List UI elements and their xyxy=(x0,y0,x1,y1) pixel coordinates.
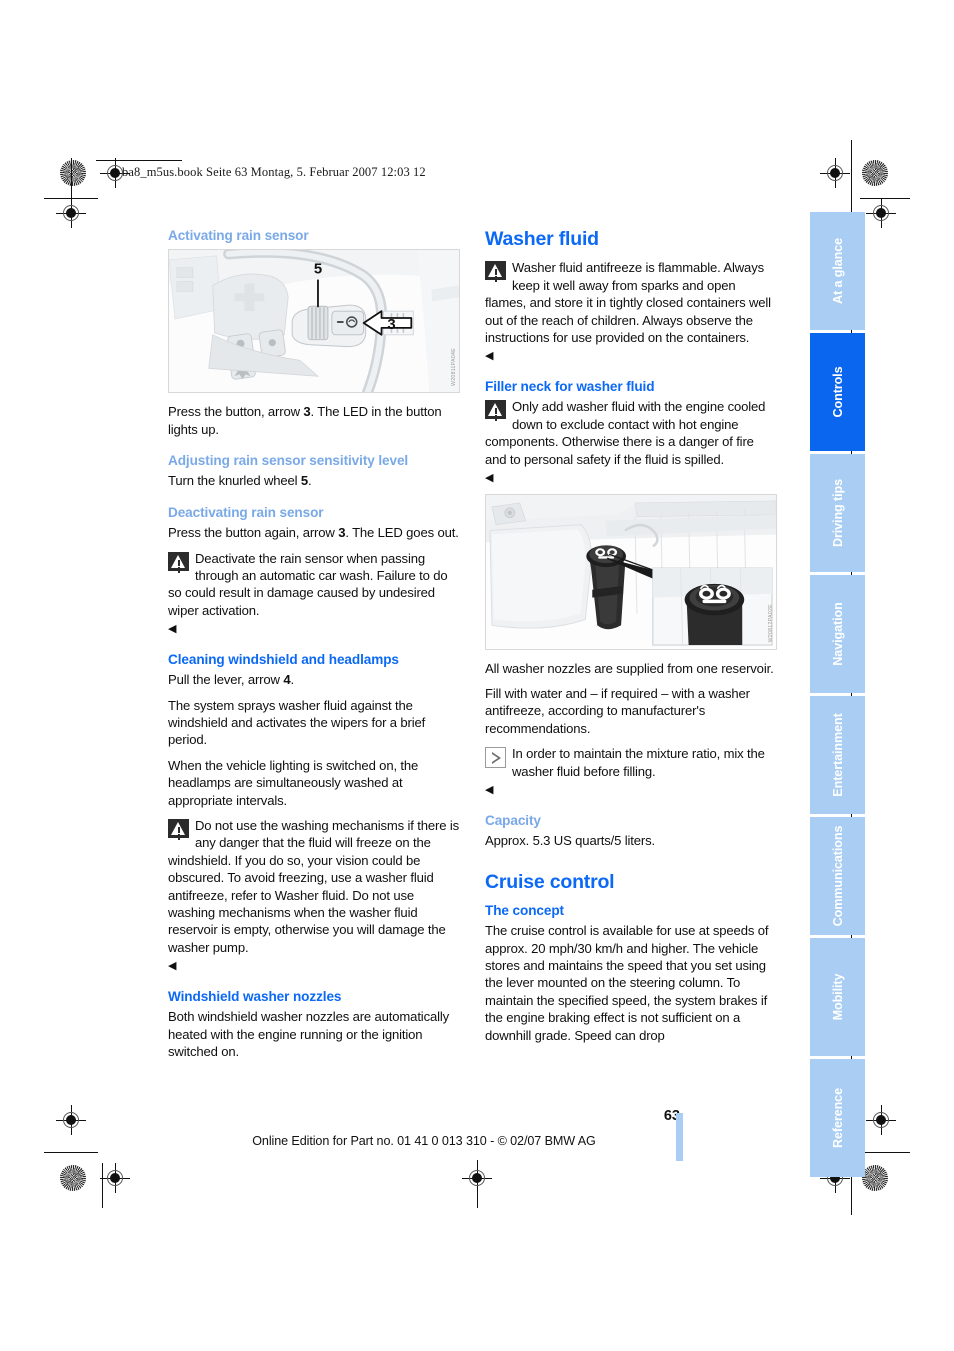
info-note-mixture-ratio: In order to maintain the mixture ratio, … xyxy=(485,745,777,797)
warning-note-freezing: Do not use the washing mechanisms if the… xyxy=(168,817,460,974)
svg-text:3: 3 xyxy=(387,317,395,333)
registration-mark-left-lower xyxy=(56,1105,86,1135)
figure-2-code: W20812PA02E xyxy=(768,604,774,643)
end-mark: ◀ xyxy=(485,784,494,797)
tab-navigation[interactable]: Navigation xyxy=(810,575,865,693)
warning-note-flammable: Washer fluid antifreeze is flammable. Al… xyxy=(485,259,777,364)
para-press-button-a: Press the button, arrow xyxy=(168,404,304,420)
para-knurled-wheel-num: 5 xyxy=(300,473,309,489)
heading-the-concept: The concept xyxy=(485,902,564,918)
moire-target-top-left xyxy=(60,160,86,186)
crop-line-bottom-left xyxy=(44,1152,98,1153)
registration-mark-top-right xyxy=(820,158,850,188)
para-capacity-value: Approx. 5.3 US quarts/5 liters. xyxy=(485,833,656,849)
tab-communications[interactable]: Communications xyxy=(810,817,865,935)
tab-controls[interactable]: Controls xyxy=(810,333,865,451)
para-pull-lever-a: Pull the lever, arrow xyxy=(168,672,284,688)
warning-note-flammable-text: Washer fluid antifreeze is flammable. Al… xyxy=(485,260,771,346)
warning-note-engine-cooled-text: Only add washer fluid with the engine co… xyxy=(485,399,766,467)
tab-entertainment[interactable]: Entertainment xyxy=(810,696,865,814)
para-nozzles-heated: Both windshield washer nozzles are autom… xyxy=(168,1009,450,1059)
tab-reference-label: Reference xyxy=(830,1087,845,1149)
registration-mark-right-lower xyxy=(866,1105,896,1135)
moire-target-bottom-left xyxy=(60,1165,86,1191)
moire-target-top-right xyxy=(862,160,888,186)
tab-driving-tips[interactable]: Driving tips xyxy=(810,454,865,572)
end-mark: ◀ xyxy=(485,472,494,485)
warning-triangle-icon xyxy=(168,551,189,571)
registration-mark-left-upper xyxy=(56,198,86,228)
heading-washer-nozzles: Windshield washer nozzles xyxy=(168,988,342,1004)
tab-at-a-glance-label: At a glance xyxy=(830,237,845,305)
para-press-again-a: Press the button again, arrow xyxy=(168,525,339,541)
right-column: Washer fluid Washer fluid antifreeze is … xyxy=(485,228,777,1044)
heading-capacity: Capacity xyxy=(485,812,541,828)
warning-triangle-icon xyxy=(168,818,189,838)
para-press-again-b: . The LED goes out. xyxy=(345,525,459,541)
figure-1-code: W20811PA04E xyxy=(451,348,457,387)
para-knurled-wheel: Turn the knurled wheel 5. xyxy=(168,472,460,489)
para-press-button-arrow: 3 xyxy=(303,404,311,420)
chapter-tab-strip: At a glance Controls Driving tips Naviga… xyxy=(810,212,865,1180)
para-press-again: Press the button again, arrow 3. The LED… xyxy=(168,524,460,541)
para-headlamps-washed: When the vehicle lighting is switched on… xyxy=(168,757,419,808)
crop-line-left-vertical xyxy=(71,158,72,200)
tab-navigation-label: Navigation xyxy=(830,602,845,666)
heading-activating-rain-sensor: Activating rain sensor xyxy=(168,228,309,243)
para-pull-lever: Pull the lever, arrow 4. xyxy=(168,671,460,688)
warning-triangle-icon xyxy=(485,261,506,281)
svg-text:5: 5 xyxy=(314,262,322,278)
registration-mark-bottom-center xyxy=(462,1163,492,1193)
para-knurled-wheel-b: . xyxy=(308,473,312,489)
end-mark: ◀ xyxy=(168,623,177,636)
tab-entertainment-label: Entertainment xyxy=(830,713,845,797)
heading-cleaning-windshield: Cleaning windshield and headlamps xyxy=(168,651,399,667)
warning-note-freezing-text: Do not use the washing mechanisms if the… xyxy=(168,817,459,955)
manual-page: ba8_m5us.book Seite 63 Montag, 5. Februa… xyxy=(0,0,954,1351)
para-system-sprays: The system sprays washer fluid against t… xyxy=(168,697,426,748)
warning-triangle-icon xyxy=(485,400,506,420)
figure-washer-fluid-filler-neck: W20812PA02E xyxy=(485,493,777,650)
figure-1-illustration: 5 3 xyxy=(169,250,459,393)
end-mark: ◀ xyxy=(168,960,177,973)
para-cruise-concept: The cruise control is available for use … xyxy=(485,923,769,1043)
warning-note-engine-cooled: Only add washer fluid with the engine co… xyxy=(485,398,777,485)
file-stamp: ba8_m5us.book Seite 63 Montag, 5. Februa… xyxy=(122,165,426,179)
header-rule xyxy=(96,160,182,161)
tab-driving-tips-label: Driving tips xyxy=(830,478,845,548)
tab-reference[interactable]: Reference xyxy=(810,1059,865,1177)
heading-cruise-control: Cruise control xyxy=(485,871,615,894)
left-column: Activating rain sensor 5 3 W20811PA04E P… xyxy=(168,228,460,1060)
registration-mark-right-upper xyxy=(866,198,896,228)
warning-note-car-wash: Deactivate the rain sensor when passing … xyxy=(168,550,460,637)
figure-2-illustration xyxy=(486,494,776,649)
registration-mark-bottom-left xyxy=(100,1163,130,1193)
page-number: 63 xyxy=(663,1108,680,1124)
para-press-button: Press the button, arrow 3. The LED in th… xyxy=(168,403,460,438)
para-pull-lever-b: . xyxy=(290,672,294,688)
tab-controls-label: Controls xyxy=(830,366,845,418)
figure-steering-column-stalk: 5 3 W20811PA04E xyxy=(168,249,460,394)
heading-filler-neck: Filler neck for washer fluid xyxy=(485,379,655,395)
heading-adjusting-sensitivity: Adjusting rain sensor sensitivity level xyxy=(168,453,409,469)
tab-communications-label: Communications xyxy=(830,825,845,927)
heading-washer-fluid: Washer fluid xyxy=(485,228,599,250)
moire-target-bottom-right xyxy=(862,1165,888,1191)
info-triangle-icon xyxy=(485,747,506,769)
info-note-mixture-ratio-text: In order to maintain the mixture ratio, … xyxy=(512,746,765,779)
para-fill-with-water: Fill with water and – if required – with… xyxy=(485,686,750,736)
heading-deactivating-rain-sensor: Deactivating rain sensor xyxy=(168,504,324,520)
warning-note-car-wash-text: Deactivate the rain sensor when passing … xyxy=(168,550,448,618)
tab-mobility[interactable]: Mobility xyxy=(810,938,865,1056)
tab-mobility-label: Mobility xyxy=(830,973,845,1021)
crop-line-left-vertical-lower xyxy=(102,1163,103,1208)
crop-line-bottom-right xyxy=(860,1152,910,1153)
end-mark: ◀ xyxy=(485,350,494,363)
para-knurled-wheel-a: Turn the knurled wheel xyxy=(168,473,301,489)
footer-text: Online Edition for Part no. 01 41 0 013 … xyxy=(252,1134,596,1148)
para-one-reservoir: All washer nozzles are supplied from one… xyxy=(485,660,774,676)
tab-at-a-glance[interactable]: At a glance xyxy=(810,212,865,330)
